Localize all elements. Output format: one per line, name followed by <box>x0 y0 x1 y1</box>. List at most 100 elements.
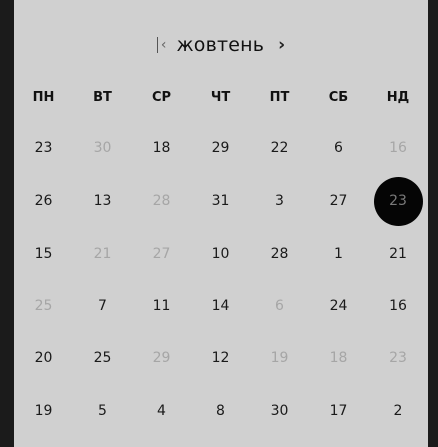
weekday-label: СБ <box>328 90 349 105</box>
day-cell[interactable]: 31 <box>191 175 250 227</box>
day-number: 10 <box>211 246 230 262</box>
day-number: 1 <box>334 246 343 262</box>
day-cell[interactable]: 6 <box>309 122 368 174</box>
day-cell[interactable]: 27 <box>309 175 368 227</box>
weekday-label: ПН <box>32 90 55 105</box>
day-cell[interactable]: 14 <box>191 280 250 332</box>
day-cell[interactable]: 17 <box>309 385 368 437</box>
day-number: 21 <box>93 246 112 262</box>
day-number: 24 <box>329 298 348 314</box>
day-cell[interactable]: 30 <box>250 385 309 437</box>
day-cell[interactable]: 18 <box>132 122 191 174</box>
day-cell[interactable]: 27 <box>132 228 191 280</box>
day-number: 18 <box>152 140 171 156</box>
day-cell[interactable]: 25 <box>14 280 73 332</box>
day-number: 12 <box>211 350 230 366</box>
weekday-label: НД <box>386 90 410 105</box>
selected-day-cell[interactable]: 23 <box>368 175 428 227</box>
day-number: 3 <box>275 193 284 209</box>
day-cell[interactable]: 13 <box>73 175 132 227</box>
day-cell[interactable]: 20 <box>14 332 73 384</box>
day-number: 27 <box>152 246 171 262</box>
day-cell[interactable]: 24 <box>309 280 368 332</box>
day-cell[interactable]: 28 <box>250 228 309 280</box>
day-number: 31 <box>211 193 230 209</box>
calendar-panel: ‹ жовтень › ПН ВТ СР ЧТ ПТ СБ НД 23 30 18 2… <box>14 0 428 447</box>
day-cell[interactable]: 30 <box>73 122 132 174</box>
day-cell[interactable]: 18 <box>309 332 368 384</box>
day-number: 2 <box>393 403 403 419</box>
weekday-label: ВТ <box>93 90 112 105</box>
day-cell[interactable]: 21 <box>368 228 428 280</box>
day-cell[interactable]: 12 <box>191 332 250 384</box>
day-number: 26 <box>34 193 53 209</box>
day-number: 30 <box>270 403 289 419</box>
calendar-week-row: 19 5 4 8 30 17 2 <box>14 385 428 437</box>
calendar-week-row: 20 25 29 12 19 18 23 <box>14 332 428 384</box>
day-cell[interactable]: 19 <box>14 385 73 437</box>
day-number: 29 <box>152 350 171 366</box>
day-number: 5 <box>98 403 107 419</box>
next-month-button[interactable]: › <box>278 35 285 55</box>
day-cell[interactable]: 5 <box>73 385 132 437</box>
day-number: 21 <box>389 246 407 262</box>
day-cell[interactable]: 16 <box>368 122 428 174</box>
chevron-left-icon: ‹ <box>160 37 167 53</box>
day-number: 8 <box>216 403 225 419</box>
day-number: 23 <box>373 176 423 226</box>
weekday-label: СР <box>151 90 172 105</box>
day-cell[interactable]: 23 <box>14 122 73 174</box>
day-number: 4 <box>157 403 166 419</box>
day-cell[interactable]: 7 <box>73 280 132 332</box>
day-cell[interactable]: 29 <box>132 332 191 384</box>
day-number: 23 <box>389 350 407 366</box>
day-cell[interactable]: 15 <box>14 228 73 280</box>
day-cell[interactable]: 29 <box>191 122 250 174</box>
day-number: 27 <box>329 193 348 209</box>
day-cell[interactable]: 28 <box>132 175 191 227</box>
calendar-header: ‹ жовтень › <box>14 28 428 62</box>
day-number: 16 <box>389 140 407 156</box>
day-number: 6 <box>275 298 284 314</box>
day-cell[interactable]: 3 <box>250 175 309 227</box>
month-title: жовтень <box>176 34 265 56</box>
calendar-week-row: 26 13 28 31 3 27 23 <box>14 175 428 227</box>
calendar-week-row: 23 30 18 29 22 6 16 <box>14 122 428 174</box>
day-cell[interactable]: 21 <box>73 228 132 280</box>
day-number: 11 <box>152 298 171 314</box>
day-cell[interactable]: 11 <box>132 280 191 332</box>
day-number: 16 <box>389 298 407 314</box>
day-number: 23 <box>34 140 53 156</box>
day-cell[interactable]: 10 <box>191 228 250 280</box>
day-number: 13 <box>93 193 112 209</box>
day-cell[interactable]: 25 <box>73 332 132 384</box>
day-number: 7 <box>98 298 107 314</box>
day-number: 17 <box>329 403 348 419</box>
day-cell[interactable]: 26 <box>14 175 73 227</box>
day-number: 20 <box>34 350 53 366</box>
day-number: 19 <box>270 350 289 366</box>
day-number: 25 <box>34 298 53 314</box>
day-number: 28 <box>152 193 171 209</box>
day-number: 30 <box>93 140 112 156</box>
day-number: 22 <box>270 140 289 156</box>
day-cell[interactable]: 8 <box>191 385 250 437</box>
day-cell[interactable]: 2 <box>368 385 428 437</box>
right-edge <box>428 0 438 447</box>
weekday-label: ЧТ <box>210 90 231 105</box>
day-number: 19 <box>34 403 53 419</box>
day-number: 25 <box>93 350 112 366</box>
day-cell[interactable]: 22 <box>250 122 309 174</box>
day-number: 29 <box>211 140 230 156</box>
day-cell[interactable]: 4 <box>132 385 191 437</box>
weekday-label: ПТ <box>269 90 290 105</box>
day-cell[interactable]: 23 <box>368 332 428 384</box>
day-number: 6 <box>334 140 343 156</box>
day-cell[interactable]: 19 <box>250 332 309 384</box>
day-cell[interactable]: 1 <box>309 228 368 280</box>
day-number: 28 <box>270 246 289 262</box>
day-number: 14 <box>211 298 230 314</box>
day-cell[interactable]: 16 <box>368 280 428 332</box>
prev-month-button[interactable]: ‹ <box>156 37 167 53</box>
day-cell[interactable]: 6 <box>250 280 309 332</box>
